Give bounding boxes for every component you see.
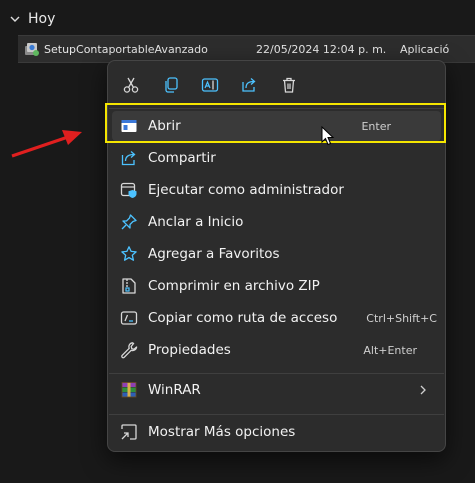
menu-item-compress-zip[interactable]: Comprimir en archivo ZIP bbox=[112, 271, 441, 301]
menu-item-more-options[interactable]: Mostrar Más opciones bbox=[112, 417, 441, 447]
menu-item-winrar[interactable]: WinRAR bbox=[112, 375, 441, 405]
menu-item-shortcut: Ctrl+Shift+C bbox=[366, 311, 437, 325]
delete-button[interactable] bbox=[273, 69, 305, 101]
menu-item-share[interactable]: Compartir bbox=[112, 143, 441, 173]
annotation-arrow-icon bbox=[11, 130, 82, 158]
winrar-icon bbox=[120, 381, 138, 399]
copy-icon bbox=[165, 77, 178, 93]
chevron-right-icon bbox=[420, 385, 426, 395]
menu-item-shortcut: Alt+Enter bbox=[363, 343, 417, 357]
shield-window-icon bbox=[120, 181, 138, 199]
copy-button[interactable] bbox=[155, 69, 187, 101]
zip-icon bbox=[120, 277, 138, 295]
installer-icon bbox=[25, 43, 39, 56]
path-icon bbox=[120, 309, 138, 327]
menu-item-label: Comprimir en archivo ZIP bbox=[148, 278, 320, 294]
file-row-selected[interactable]: SetupContaportableAvanzado 22/05/2024 12… bbox=[18, 35, 475, 63]
menu-separator bbox=[109, 373, 444, 374]
annotation-highlight-box bbox=[105, 103, 446, 143]
menu-item-add-favorites[interactable]: Agregar a Favoritos bbox=[112, 239, 441, 269]
desktop-background: { "group": { "title": "Hoy" }, "file": {… bbox=[0, 0, 475, 483]
wrench-icon bbox=[120, 341, 138, 359]
star-icon bbox=[120, 245, 138, 263]
menu-item-label: Compartir bbox=[148, 150, 216, 166]
menu-item-run-as-admin[interactable]: Ejecutar como administrador bbox=[112, 175, 441, 205]
file-date: 22/05/2024 12:04 p. m. bbox=[256, 42, 387, 56]
menu-item-label: Propiedades bbox=[148, 342, 231, 358]
menu-item-label: Copiar como ruta de acceso bbox=[148, 310, 338, 326]
menu-item-label: WinRAR bbox=[148, 382, 201, 398]
file-name: SetupContaportableAvanzado bbox=[44, 42, 208, 56]
more-options-icon bbox=[120, 423, 138, 441]
trash-icon bbox=[283, 77, 295, 93]
group-header-today[interactable]: Hoy bbox=[8, 8, 55, 30]
share-button[interactable] bbox=[233, 69, 265, 101]
menu-item-label: Agregar a Favoritos bbox=[148, 246, 280, 262]
rename-icon bbox=[201, 78, 219, 92]
rename-button[interactable] bbox=[194, 69, 226, 101]
menu-item-properties[interactable]: Propiedades Alt+Enter bbox=[112, 335, 441, 365]
menu-item-label: Ejecutar como administrador bbox=[148, 182, 344, 198]
scissors-icon bbox=[123, 77, 139, 93]
menu-item-label: Mostrar Más opciones bbox=[148, 424, 296, 440]
menu-item-label: Anclar a Inicio bbox=[148, 214, 244, 230]
share-icon bbox=[242, 78, 256, 92]
group-title: Hoy bbox=[28, 11, 56, 27]
cut-button[interactable] bbox=[115, 69, 147, 101]
context-toolbar bbox=[108, 69, 445, 101]
menu-item-pin-start[interactable]: Anclar a Inicio bbox=[112, 207, 441, 237]
file-type: Aplicació bbox=[400, 42, 450, 56]
share-icon bbox=[120, 149, 138, 167]
menu-separator bbox=[109, 414, 444, 415]
mouse-cursor-icon bbox=[321, 126, 335, 146]
pin-icon bbox=[120, 213, 138, 231]
chevron-down-icon bbox=[10, 16, 20, 22]
menu-item-copy-path[interactable]: Copiar como ruta de acceso Ctrl+Shift+C bbox=[112, 303, 441, 333]
